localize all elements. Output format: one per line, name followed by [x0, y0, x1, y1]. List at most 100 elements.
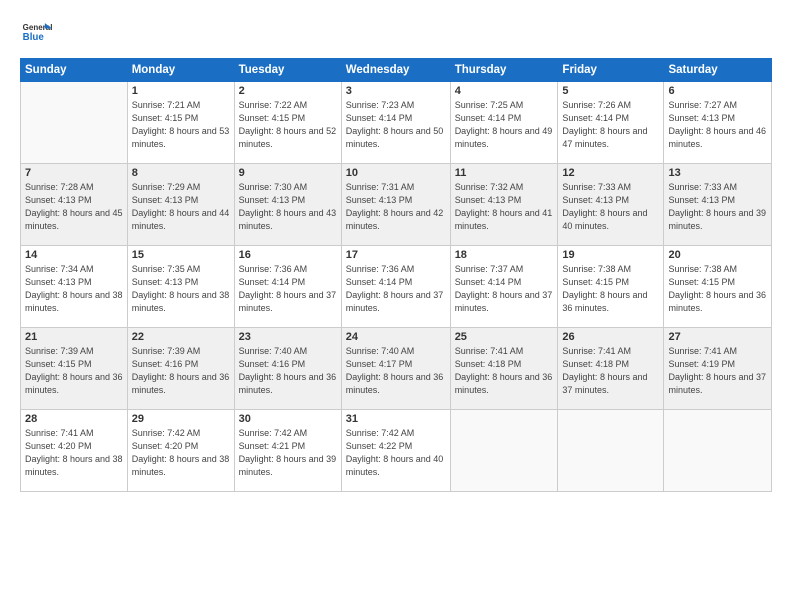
calendar-cell: 3 Sunrise: 7:23 AMSunset: 4:14 PMDaylight…	[341, 82, 450, 164]
day-number: 10	[346, 167, 446, 179]
calendar-cell	[558, 410, 664, 492]
day-info: Sunrise: 7:23 AMSunset: 4:14 PMDaylight:…	[346, 99, 446, 151]
day-number: 31	[346, 413, 446, 425]
calendar-week-row: 14 Sunrise: 7:34 AMSunset: 4:13 PMDayligh…	[21, 246, 772, 328]
day-info: Sunrise: 7:35 AMSunset: 4:13 PMDaylight:…	[132, 263, 230, 315]
day-number: 2	[239, 85, 337, 97]
day-number: 12	[562, 167, 659, 179]
day-info: Sunrise: 7:29 AMSunset: 4:13 PMDaylight:…	[132, 181, 230, 233]
day-number: 15	[132, 249, 230, 261]
calendar-cell	[450, 410, 558, 492]
day-number: 22	[132, 331, 230, 343]
calendar-cell: 1Sunrise: 7:21 AMSunset: 4:15 PMDaylight…	[127, 82, 234, 164]
calendar-cell: 22 Sunrise: 7:39 AMSunset: 4:16 PMDayligh…	[127, 328, 234, 410]
day-number: 13	[668, 167, 767, 179]
day-info: Sunrise: 7:42 AMSunset: 4:21 PMDaylight:…	[239, 427, 337, 479]
calendar-week-row: 21 Sunrise: 7:39 AMSunset: 4:15 PMDayligh…	[21, 328, 772, 410]
weekday-header: Sunday	[21, 59, 128, 82]
calendar-cell: 17Sunrise: 7:36 AMSunset: 4:14 PMDayligh…	[341, 246, 450, 328]
day-number: 26	[562, 331, 659, 343]
calendar-cell: 4Sunrise: 7:25 AMSunset: 4:14 PMDaylight…	[450, 82, 558, 164]
calendar-cell: 27 Sunrise: 7:41 AMSunset: 4:19 PMDayligh…	[664, 328, 772, 410]
calendar-cell: 8 Sunrise: 7:29 AMSunset: 4:13 PMDaylight…	[127, 164, 234, 246]
calendar-cell: 11Sunrise: 7:32 AMSunset: 4:13 PMDayligh…	[450, 164, 558, 246]
weekday-header: Wednesday	[341, 59, 450, 82]
day-number: 5	[562, 85, 659, 97]
calendar-cell: 16 Sunrise: 7:36 AMSunset: 4:14 PMDayligh…	[234, 246, 341, 328]
day-info: Sunrise: 7:40 AMSunset: 4:17 PMDaylight:…	[346, 345, 446, 397]
calendar-cell: 6 Sunrise: 7:27 AMSunset: 4:13 PMDaylight…	[664, 82, 772, 164]
calendar-cell: 18 Sunrise: 7:37 AMSunset: 4:14 PMDayligh…	[450, 246, 558, 328]
calendar-table: SundayMondayTuesdayWednesdayThursdayFrid…	[20, 58, 772, 492]
weekday-header: Saturday	[664, 59, 772, 82]
day-number: 17	[346, 249, 446, 261]
day-info: Sunrise: 7:36 AMSunset: 4:14 PMDaylight:…	[239, 263, 337, 315]
calendar-cell: 2 Sunrise: 7:22 AMSunset: 4:15 PMDaylight…	[234, 82, 341, 164]
day-number: 21	[25, 331, 123, 343]
calendar-cell	[664, 410, 772, 492]
day-info: Sunrise: 7:21 AMSunset: 4:15 PMDaylight:…	[132, 99, 230, 151]
calendar-week-row: 7 Sunrise: 7:28 AMSunset: 4:13 PMDaylight…	[21, 164, 772, 246]
calendar-week-row: 1Sunrise: 7:21 AMSunset: 4:15 PMDaylight…	[21, 82, 772, 164]
day-info: Sunrise: 7:37 AMSunset: 4:14 PMDaylight:…	[455, 263, 554, 315]
calendar-cell: 5 Sunrise: 7:26 AMSunset: 4:14 PMDaylight…	[558, 82, 664, 164]
day-number: 28	[25, 413, 123, 425]
weekday-header: Friday	[558, 59, 664, 82]
day-info: Sunrise: 7:22 AMSunset: 4:15 PMDaylight:…	[239, 99, 337, 151]
svg-text:Blue: Blue	[23, 32, 45, 43]
calendar-cell: 26 Sunrise: 7:41 AMSunset: 4:18 PMDayligh…	[558, 328, 664, 410]
day-number: 8	[132, 167, 230, 179]
day-number: 3	[346, 85, 446, 97]
calendar-header-row: SundayMondayTuesdayWednesdayThursdayFrid…	[21, 59, 772, 82]
day-info: Sunrise: 7:33 AMSunset: 4:13 PMDaylight:…	[562, 181, 659, 233]
calendar-week-row: 28 Sunrise: 7:41 AMSunset: 4:20 PMDayligh…	[21, 410, 772, 492]
calendar-cell: 31 Sunrise: 7:42 AMSunset: 4:22 PMDayligh…	[341, 410, 450, 492]
day-number: 18	[455, 249, 554, 261]
weekday-header: Tuesday	[234, 59, 341, 82]
day-info: Sunrise: 7:25 AMSunset: 4:14 PMDaylight:…	[455, 99, 554, 151]
day-number: 29	[132, 413, 230, 425]
calendar-cell: 21 Sunrise: 7:39 AMSunset: 4:15 PMDayligh…	[21, 328, 128, 410]
day-info: Sunrise: 7:41 AMSunset: 4:19 PMDaylight:…	[668, 345, 767, 397]
weekday-header: Monday	[127, 59, 234, 82]
day-number: 14	[25, 249, 123, 261]
day-info: Sunrise: 7:27 AMSunset: 4:13 PMDaylight:…	[668, 99, 767, 151]
calendar-cell: 24 Sunrise: 7:40 AMSunset: 4:17 PMDayligh…	[341, 328, 450, 410]
calendar-cell: 13Sunrise: 7:33 AMSunset: 4:13 PMDayligh…	[664, 164, 772, 246]
day-info: Sunrise: 7:41 AMSunset: 4:18 PMDaylight:…	[562, 345, 659, 397]
calendar-cell: 28 Sunrise: 7:41 AMSunset: 4:20 PMDayligh…	[21, 410, 128, 492]
day-info: Sunrise: 7:34 AMSunset: 4:13 PMDaylight:…	[25, 263, 123, 315]
day-info: Sunrise: 7:28 AMSunset: 4:13 PMDaylight:…	[25, 181, 123, 233]
day-number: 27	[668, 331, 767, 343]
calendar-cell: 30 Sunrise: 7:42 AMSunset: 4:21 PMDayligh…	[234, 410, 341, 492]
day-info: Sunrise: 7:26 AMSunset: 4:14 PMDaylight:…	[562, 99, 659, 151]
logo-icon: General Blue	[20, 16, 52, 48]
day-number: 6	[668, 85, 767, 97]
day-info: Sunrise: 7:38 AMSunset: 4:15 PMDaylight:…	[668, 263, 767, 315]
header: General Blue	[20, 16, 772, 48]
day-number: 23	[239, 331, 337, 343]
calendar-cell: 14 Sunrise: 7:34 AMSunset: 4:13 PMDayligh…	[21, 246, 128, 328]
calendar-cell: 15 Sunrise: 7:35 AMSunset: 4:13 PMDayligh…	[127, 246, 234, 328]
day-number: 7	[25, 167, 123, 179]
day-number: 19	[562, 249, 659, 261]
day-info: Sunrise: 7:42 AMSunset: 4:22 PMDaylight:…	[346, 427, 446, 479]
day-info: Sunrise: 7:41 AMSunset: 4:20 PMDaylight:…	[25, 427, 123, 479]
day-number: 9	[239, 167, 337, 179]
calendar-cell: 10Sunrise: 7:31 AMSunset: 4:13 PMDayligh…	[341, 164, 450, 246]
day-info: Sunrise: 7:30 AMSunset: 4:13 PMDaylight:…	[239, 181, 337, 233]
calendar-cell: 29Sunrise: 7:42 AMSunset: 4:20 PMDayligh…	[127, 410, 234, 492]
day-info: Sunrise: 7:39 AMSunset: 4:16 PMDaylight:…	[132, 345, 230, 397]
calendar-cell: 25Sunrise: 7:41 AMSunset: 4:18 PMDayligh…	[450, 328, 558, 410]
calendar-cell: 20Sunrise: 7:38 AMSunset: 4:15 PMDayligh…	[664, 246, 772, 328]
day-info: Sunrise: 7:41 AMSunset: 4:18 PMDaylight:…	[455, 345, 554, 397]
page: General Blue SundayMondayTuesdayWednesda…	[0, 0, 792, 612]
day-number: 30	[239, 413, 337, 425]
calendar-cell	[21, 82, 128, 164]
day-number: 11	[455, 167, 554, 179]
day-info: Sunrise: 7:39 AMSunset: 4:15 PMDaylight:…	[25, 345, 123, 397]
calendar-cell: 9 Sunrise: 7:30 AMSunset: 4:13 PMDaylight…	[234, 164, 341, 246]
calendar-cell: 7 Sunrise: 7:28 AMSunset: 4:13 PMDaylight…	[21, 164, 128, 246]
day-number: 24	[346, 331, 446, 343]
day-number: 16	[239, 249, 337, 261]
